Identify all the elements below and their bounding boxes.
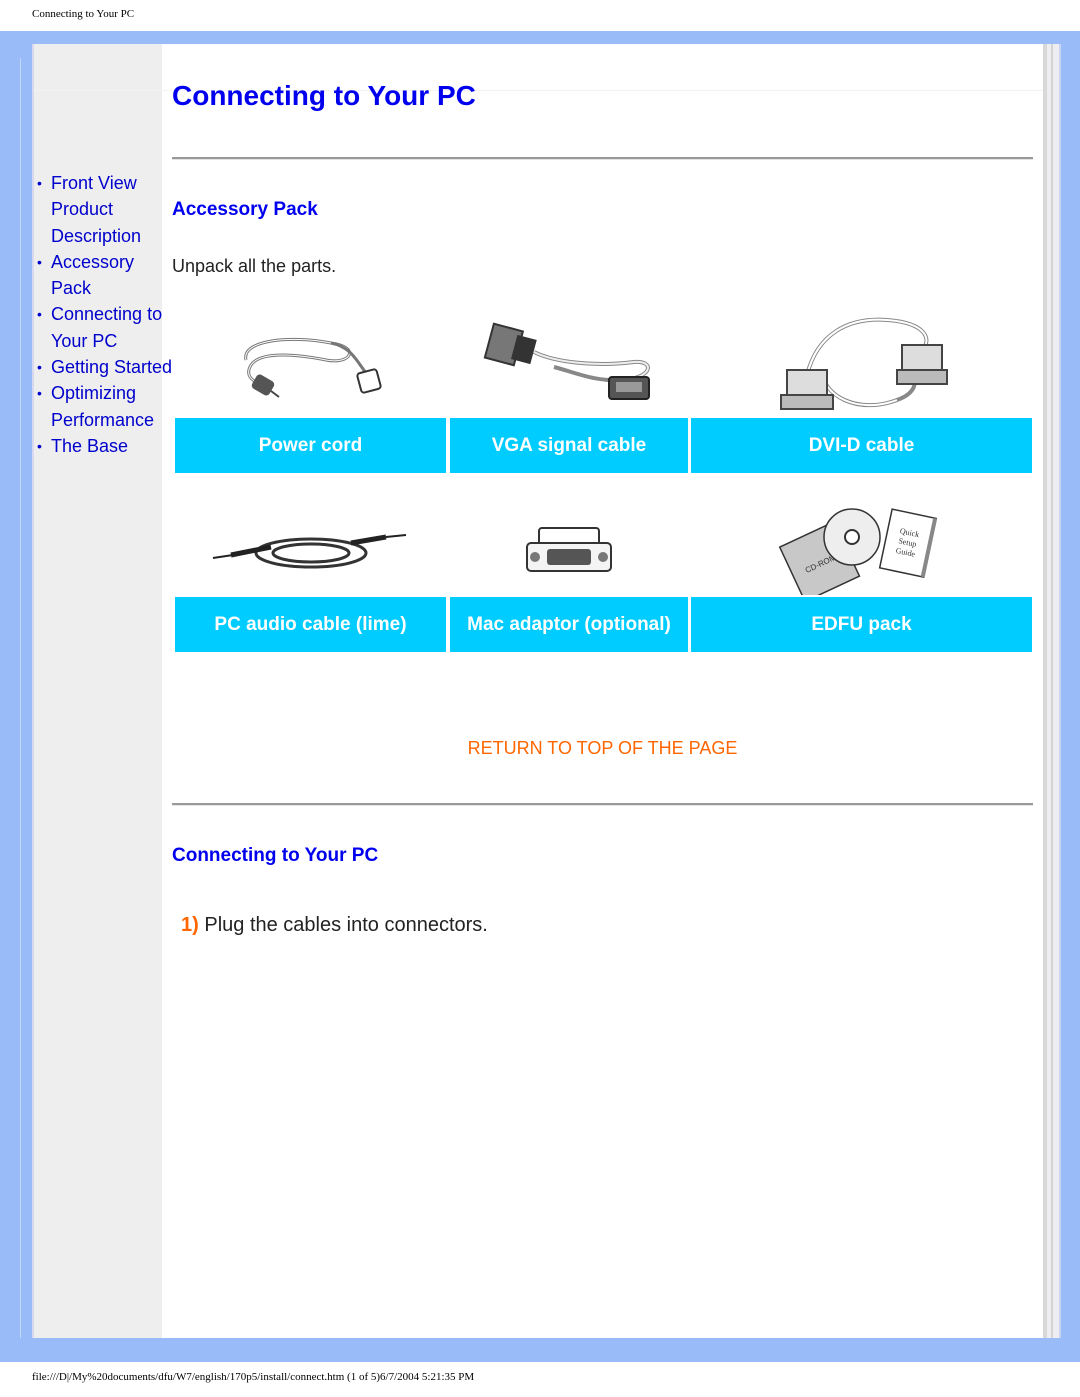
sidebar-link[interactable]: Getting Started <box>51 357 172 377</box>
sidebar-nav: • Front View Product Description • Accesso… <box>34 170 174 459</box>
accessory-label-audio: PC audio cable (lime) <box>175 597 446 652</box>
accessory-label-mac-adaptor: Mac adaptor (optional) <box>450 597 688 652</box>
divider <box>172 803 1033 806</box>
bullet-icon: • <box>37 437 42 454</box>
sidebar-link[interactable]: Front View Product Description <box>51 173 141 246</box>
audio-cable-icon <box>174 497 447 602</box>
accessory-images-row: CD-ROM Quick Setup Guide <box>174 497 1032 602</box>
print-footer: file:///D|/My%20documents/dfu/W7/english… <box>32 1371 475 1383</box>
accessory-label-edfu: EDFU pack <box>691 597 1032 652</box>
intro-text: Unpack all the parts. <box>172 256 337 276</box>
dvi-cable-icon <box>691 312 1032 417</box>
sidebar-item-front-view[interactable]: • Front View Product Description <box>34 170 174 249</box>
edfu-pack-icon: CD-ROM Quick Setup Guide <box>691 497 1032 602</box>
accessory-labels-row: PC audio cable (lime) Mac adaptor (optio… <box>175 597 1032 652</box>
accessory-label-power-cord: Power cord <box>175 418 446 473</box>
print-header: Connecting to Your PC <box>32 8 135 20</box>
accessory-images-row <box>174 312 1032 417</box>
accessory-label-vga: VGA signal cable <box>450 418 688 473</box>
accessory-pack-heading: Accessory Pack <box>172 199 318 220</box>
sidebar-item-connecting[interactable]: • Connecting to Your PC <box>34 301 174 354</box>
sidebar-item-the-base[interactable]: • The Base <box>34 433 174 459</box>
accessory-label-dvi: DVI-D cable <box>691 418 1032 473</box>
step-item: 1) Plug the cables into connectors. <box>181 914 488 937</box>
sidebar-link[interactable]: Accessory Pack <box>51 252 134 298</box>
scrollbar[interactable] <box>1043 44 1061 1338</box>
divider <box>172 157 1033 160</box>
return-to-top-link[interactable]: RETURN TO TOP OF THE PAGE <box>172 738 1033 759</box>
step-text: Plug the cables into connectors. <box>204 914 488 936</box>
bullet-icon: • <box>37 175 42 191</box>
power-cord-icon <box>174 312 447 417</box>
sidebar-item-optimizing[interactable]: • Optimizing Performance <box>34 380 174 433</box>
page-content-area <box>32 44 1045 1338</box>
mac-adaptor-icon <box>449 497 689 602</box>
sidebar-link[interactable]: Optimizing Performance <box>51 383 154 429</box>
frame-divider <box>20 58 21 1338</box>
accessory-labels-row: Power cord VGA signal cable DVI-D cable <box>175 418 1032 473</box>
bullet-icon: • <box>37 385 42 402</box>
bullet-icon: • <box>37 253 42 270</box>
sidebar-item-getting-started[interactable]: • Getting Started <box>34 354 174 380</box>
bullet-icon: • <box>37 306 42 323</box>
step-number: 1) <box>181 914 199 936</box>
connecting-heading: Connecting to Your PC <box>172 845 379 866</box>
sidebar-link[interactable]: Connecting to Your PC <box>51 304 162 350</box>
page-title: Connecting to Your PC <box>172 80 476 111</box>
bullet-icon: • <box>37 359 42 376</box>
sidebar-link[interactable]: The Base <box>51 436 128 456</box>
sidebar-item-accessory-pack[interactable]: • Accessory Pack <box>34 249 174 302</box>
vga-cable-icon <box>449 312 689 417</box>
